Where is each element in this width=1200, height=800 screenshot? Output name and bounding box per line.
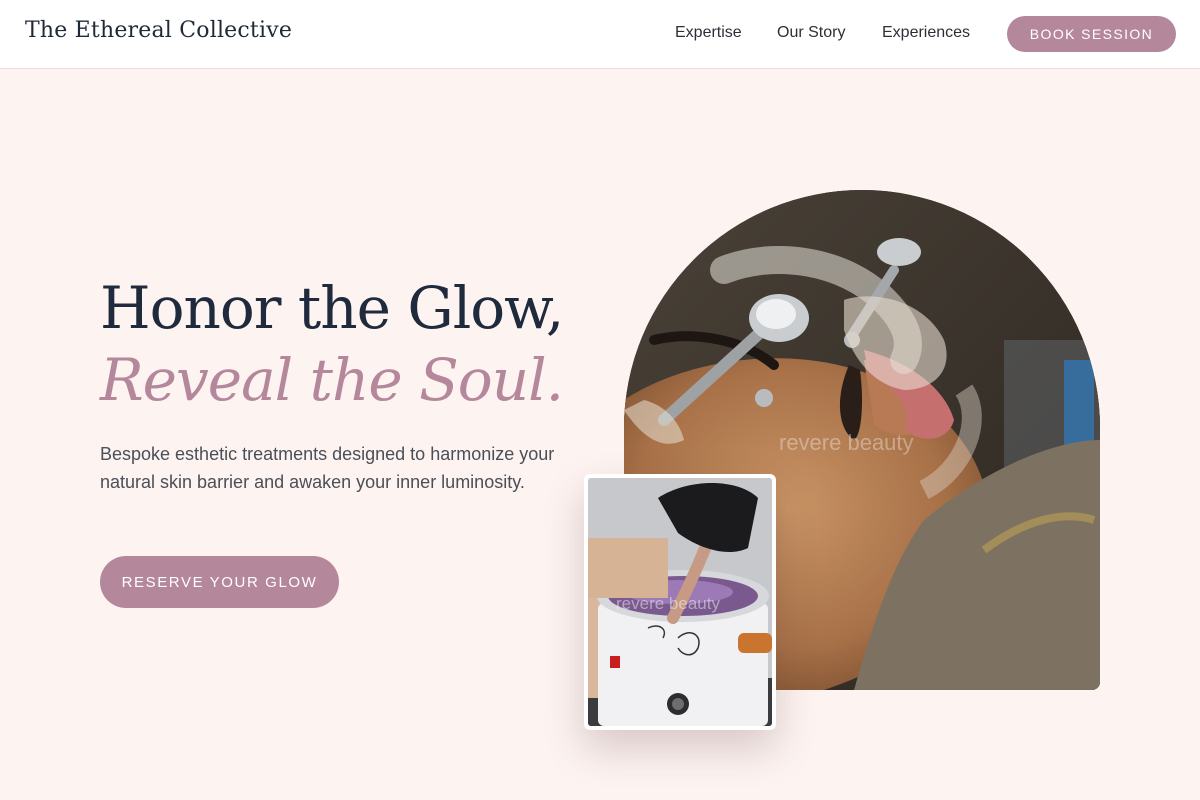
nav-link-expertise[interactable]: Expertise [675,24,742,42]
book-session-button[interactable]: BOOK SESSION [1007,16,1176,52]
headline-line-2: Reveal the Soul. [100,346,564,414]
main-image-watermark: revere beauty [779,430,914,455]
nav-link-our-story[interactable]: Our Story [777,24,845,42]
inset-image-watermark: revere beauty [616,594,720,613]
hero-headline: Honor the Glow, Reveal the Soul. [100,272,564,416]
reserve-glow-button[interactable]: RESERVE YOUR GLOW [100,556,339,608]
hero-subtext: Bespoke esthetic treatments designed to … [100,444,555,492]
inset-wax-warmer-photo: revere beauty [584,474,776,730]
nav-link-experiences[interactable]: Experiences [882,24,970,42]
inset-image-frame: revere beauty [588,478,772,726]
headline-line-1: Honor the Glow, [100,274,564,342]
brand-logo[interactable]: The Ethereal Collective [25,18,292,43]
site-header: The Ethereal Collective Expertise Our St… [0,0,1200,69]
